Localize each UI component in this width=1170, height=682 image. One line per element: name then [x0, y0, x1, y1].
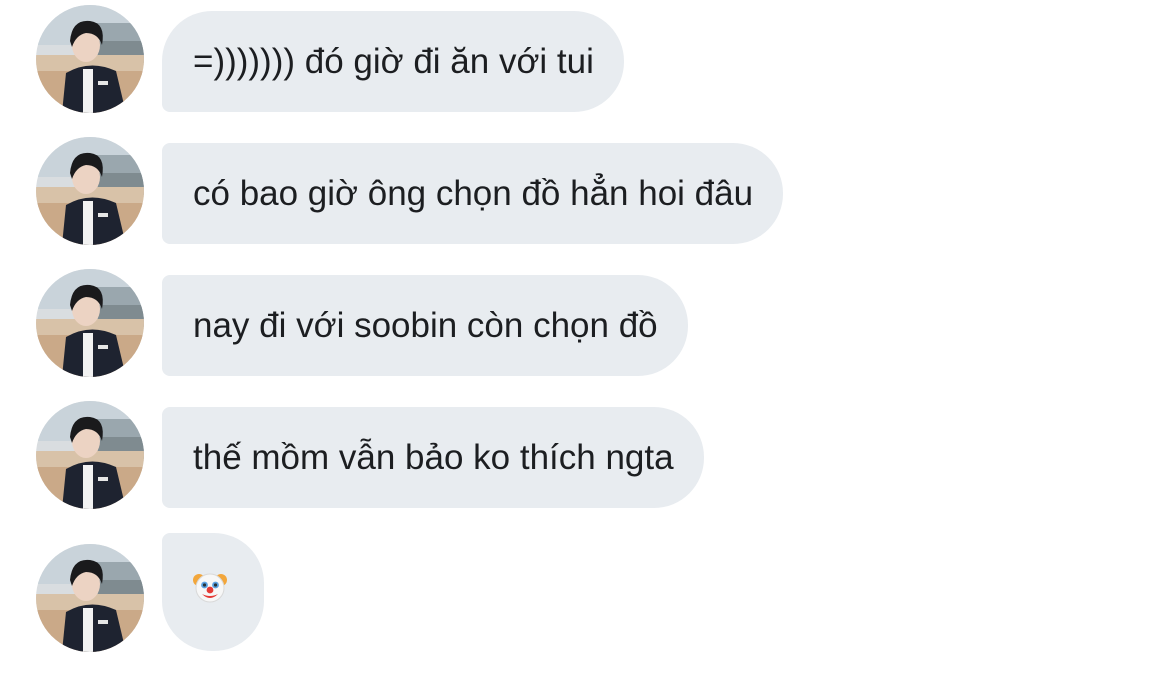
message-bubble[interactable]: có bao giờ ông chọn đồ hẳn hoi đâu [162, 143, 784, 244]
emoji-bubble[interactable] [162, 533, 264, 651]
message-bubble[interactable]: =))))))) đó giờ đi ăn với tui [162, 11, 624, 112]
message-text: =))))))) đó giờ đi ăn với tui [193, 42, 594, 81]
message-bubble[interactable]: nay đi với soobin còn chọn đồ [162, 275, 688, 376]
sender-avatar[interactable] [36, 5, 144, 113]
message-bubble[interactable]: thế mồm vẫn bảo ko thích ngta [162, 407, 704, 508]
clown-face-icon [192, 535, 228, 653]
message-text: nay đi với soobin còn chọn đồ [193, 306, 658, 345]
sender-avatar[interactable] [36, 544, 144, 652]
message-text: thế mồm vẫn bảo ko thích ngta [193, 438, 674, 477]
sender-avatar[interactable] [36, 137, 144, 245]
sender-avatar[interactable] [36, 269, 144, 377]
sender-avatar[interactable] [36, 401, 144, 509]
message-text: có bao giờ ông chọn đồ hẳn hoi đâu [193, 174, 754, 213]
